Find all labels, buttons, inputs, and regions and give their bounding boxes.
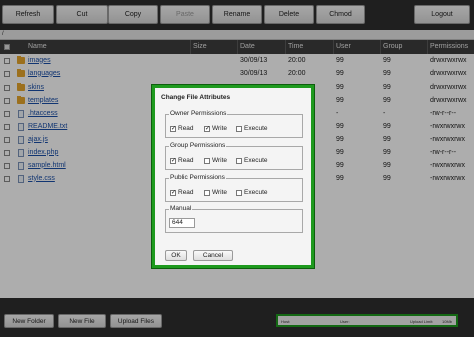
dialog-title: Change File Attributes [161, 94, 231, 101]
manual-permissions-input[interactable]: 644 [169, 218, 195, 228]
owner-permissions-group: Owner Permissions ✓ Read ✓ Write Execute [165, 110, 303, 138]
chmod-dialog: Change File Attributes Owner Permissions… [152, 85, 314, 268]
group-execute-checkbox[interactable]: Execute [236, 157, 268, 164]
group-write-checkbox[interactable]: Write [204, 157, 227, 164]
public-execute-checkbox[interactable]: Execute [236, 189, 268, 196]
owner-read-checkbox[interactable]: ✓ Read [170, 125, 194, 132]
public-write-checkbox[interactable]: Write [204, 189, 227, 196]
public-permissions-group: Public Permissions ✓ Read Write Execute [165, 174, 303, 202]
public-permissions-legend: Public Permissions [169, 174, 226, 181]
owner-execute-checkbox[interactable]: Execute [236, 125, 268, 132]
manual-group: Manual 644 [165, 205, 303, 233]
owner-permissions-legend: Owner Permissions [169, 110, 228, 117]
group-permissions-legend: Group Permissions [169, 142, 227, 149]
owner-write-checkbox[interactable]: ✓ Write [204, 125, 227, 132]
cancel-button[interactable]: Cancel [193, 250, 233, 261]
ok-button[interactable]: OK [165, 250, 187, 261]
group-permissions-group: Group Permissions ✓ Read Write Execute [165, 142, 303, 170]
group-read-checkbox[interactable]: ✓ Read [170, 157, 194, 164]
public-read-checkbox[interactable]: ✓ Read [170, 189, 194, 196]
manual-legend: Manual [169, 205, 193, 212]
